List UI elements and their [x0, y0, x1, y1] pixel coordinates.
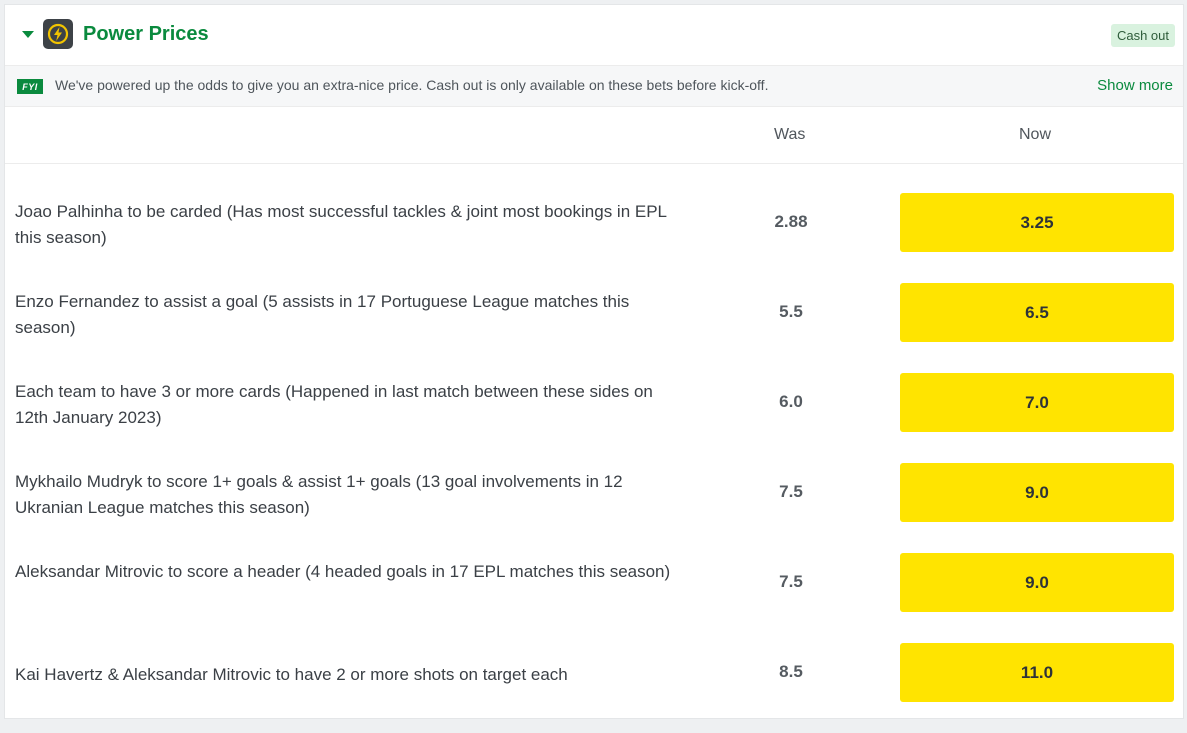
- was-price: 8.5: [779, 662, 803, 681]
- price-row: Kai Havertz & Aleksandar Mitrovic to hav…: [5, 643, 1183, 733]
- fyi-tag: FYI: [17, 79, 43, 94]
- info-bar: FYI We've powered up the odds to give yo…: [5, 66, 1183, 107]
- price-row: Enzo Fernandez to assist a goal (5 assis…: [5, 283, 1183, 373]
- was-price: 6.0: [779, 392, 803, 411]
- now-price-button[interactable]: 7.0: [900, 373, 1174, 432]
- selection-description: Enzo Fernandez to assist a goal (5 assis…: [15, 292, 630, 337]
- was-price: 7.5: [779, 572, 803, 591]
- lightning-bolt-icon: [43, 19, 73, 49]
- show-more-link[interactable]: Show more: [1097, 77, 1173, 94]
- price-row: Aleksandar Mitrovic to score a header (4…: [5, 553, 1183, 643]
- power-prices-panel: Power Prices Cash out FYI We've powered …: [4, 4, 1184, 719]
- info-text: We've powered up the odds to give you an…: [55, 77, 769, 93]
- selection-description: Mykhailo Mudryk to score 1+ goals & assi…: [15, 472, 623, 517]
- column-now: Now: [1019, 126, 1052, 143]
- column-was: Was: [774, 126, 806, 143]
- panel-header[interactable]: Power Prices Cash out: [5, 5, 1183, 66]
- was-price: 5.5: [779, 302, 803, 321]
- now-price-button[interactable]: 11.0: [900, 643, 1174, 702]
- caret-down-icon[interactable]: [22, 31, 34, 38]
- now-price-button[interactable]: 9.0: [900, 553, 1174, 612]
- now-price-button[interactable]: 6.5: [900, 283, 1174, 342]
- cash-out-badge: Cash out: [1110, 24, 1175, 47]
- was-price: 7.5: [779, 482, 803, 501]
- selection-description: Each team to have 3 or more cards (Happe…: [15, 382, 653, 427]
- price-list: Joao Palhinha to be carded (Has most suc…: [5, 164, 1183, 733]
- panel-title: Power Prices: [83, 23, 209, 45]
- price-row: Mykhailo Mudryk to score 1+ goals & assi…: [5, 463, 1183, 553]
- column-headers: Was Now: [5, 107, 1183, 164]
- price-row: Each team to have 3 or more cards (Happe…: [5, 373, 1183, 463]
- selection-description: Joao Palhinha to be carded (Has most suc…: [15, 202, 667, 247]
- now-price-button[interactable]: 9.0: [900, 463, 1174, 522]
- price-row: Joao Palhinha to be carded (Has most suc…: [5, 193, 1183, 283]
- selection-description: Kai Havertz & Aleksandar Mitrovic to hav…: [15, 665, 568, 684]
- now-price-button[interactable]: 3.25: [900, 193, 1174, 252]
- selection-description: Aleksandar Mitrovic to score a header (4…: [15, 562, 671, 581]
- was-price: 2.88: [774, 212, 808, 231]
